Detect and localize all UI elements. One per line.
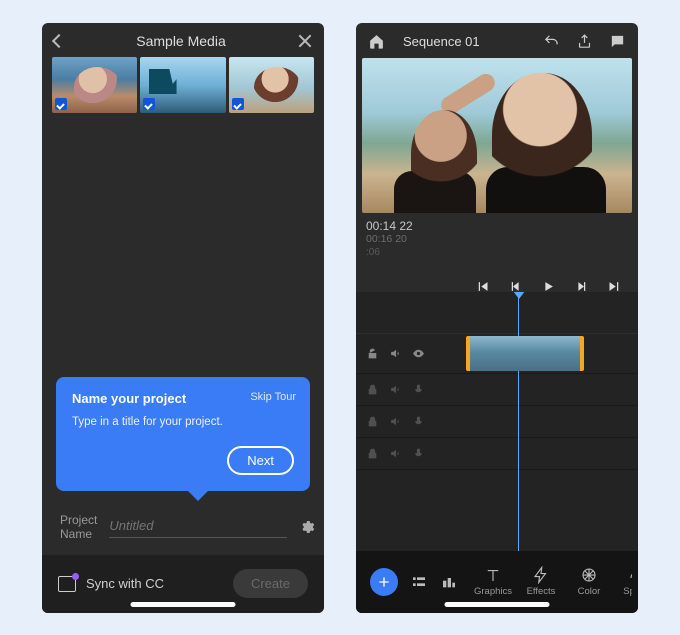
selected-check-icon <box>55 98 67 110</box>
video-track[interactable] <box>356 334 638 374</box>
visibility-icon[interactable] <box>412 347 425 360</box>
project-name-input[interactable] <box>109 516 287 538</box>
settings-gear-icon[interactable] <box>299 519 315 535</box>
close-icon[interactable] <box>298 34 312 48</box>
text-icon <box>484 566 502 584</box>
home-indicator[interactable] <box>445 602 550 607</box>
audio-on-icon[interactable] <box>389 383 402 396</box>
selected-check-icon <box>143 98 155 110</box>
tab-effects[interactable]: Effects <box>518 566 564 597</box>
timecode-total: 00:16 20 <box>366 233 413 245</box>
media-thumbnail[interactable] <box>229 57 314 113</box>
onboarding-tooltip: Name your project Skip Tour Type in a ti… <box>56 377 310 491</box>
audio-on-icon[interactable] <box>389 447 402 460</box>
create-button[interactable]: Create <box>233 569 308 598</box>
comment-icon[interactable] <box>609 33 626 50</box>
next-button[interactable]: Next <box>227 446 294 475</box>
header-title: Sample Media <box>64 33 298 49</box>
home-indicator[interactable] <box>131 602 236 607</box>
media-thumbnail[interactable] <box>140 57 225 113</box>
track-controls <box>356 347 428 360</box>
timecode-current: 00:14 22 <box>366 219 413 233</box>
undo-icon[interactable] <box>543 33 560 50</box>
sync-label: Sync with CC <box>86 576 164 591</box>
audio-track[interactable] <box>356 406 638 438</box>
skip-tour-link[interactable]: Skip Tour <box>250 391 296 403</box>
timecode-row: 00:14 22 00:16 20 <box>356 213 638 247</box>
home-icon[interactable] <box>368 33 385 50</box>
video-clip[interactable] <box>466 336 584 371</box>
screen-new-project: Sample Media Name your project Skip Tour… <box>42 23 324 613</box>
audio-track[interactable] <box>356 374 638 406</box>
audio-on-icon[interactable] <box>389 415 402 428</box>
color-wheel-icon <box>580 566 598 584</box>
add-media-button[interactable] <box>370 568 398 596</box>
lock-icon[interactable] <box>366 447 379 460</box>
media-thumbnail[interactable] <box>52 57 137 113</box>
tool-tabs: Graphics Effects Color Speed <box>470 566 632 597</box>
tab-color[interactable]: Color <box>566 566 612 597</box>
tab-graphics[interactable]: Graphics <box>470 566 516 597</box>
project-name-label: Project Name <box>60 513 97 541</box>
mic-icon[interactable] <box>412 415 425 428</box>
ruler-mark: :06 <box>356 247 638 262</box>
editor-header: Sequence 01 <box>356 23 638 58</box>
gauge-icon <box>628 566 632 584</box>
tab-speed[interactable]: Speed <box>614 566 632 597</box>
track-empty <box>356 292 638 334</box>
audio-track[interactable] <box>356 438 638 470</box>
layout-bars-icon[interactable] <box>440 574 458 590</box>
sequence-title[interactable]: Sequence 01 <box>403 34 531 49</box>
track-controls <box>356 383 428 396</box>
track-controls <box>356 447 428 460</box>
share-icon[interactable] <box>576 33 593 50</box>
project-name-row: Project Name <box>42 491 324 545</box>
audio-on-icon[interactable] <box>389 347 402 360</box>
lock-icon[interactable] <box>366 415 379 428</box>
bolt-icon <box>532 566 550 584</box>
unlock-icon[interactable] <box>366 347 379 360</box>
mic-icon[interactable] <box>412 447 425 460</box>
screen-editor: Sequence 01 00:14 22 00:16 20 :06 <box>356 23 638 613</box>
mic-icon[interactable] <box>412 383 425 396</box>
tooltip-body: Type in a title for your project. <box>72 416 294 428</box>
layout-list-icon[interactable] <box>410 574 428 590</box>
track-controls <box>356 415 428 428</box>
selected-check-icon <box>232 98 244 110</box>
media-thumbnail-row <box>42 57 324 123</box>
cloud-sync-icon <box>58 576 76 592</box>
header-bar: Sample Media <box>42 23 324 57</box>
sync-toggle[interactable]: Sync with CC <box>58 576 164 592</box>
lock-icon[interactable] <box>366 383 379 396</box>
layout-mode-group <box>410 574 458 590</box>
video-preview[interactable] <box>362 58 632 213</box>
